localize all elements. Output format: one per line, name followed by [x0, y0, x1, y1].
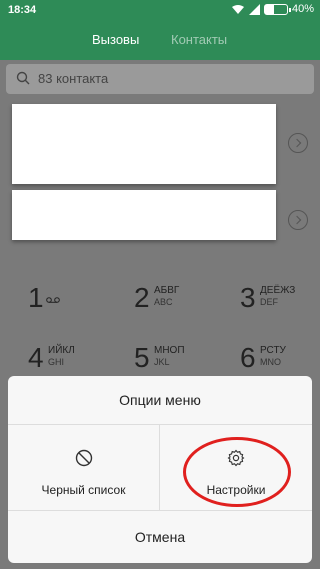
key-3[interactable]: 3 ДЕЁЖЗ DEF — [212, 268, 318, 326]
cancel-button[interactable]: Отмена — [8, 510, 312, 563]
tab-contacts[interactable]: Контакты — [171, 32, 227, 47]
chevron-right-icon[interactable] — [288, 210, 308, 230]
key-latin: DEF — [260, 297, 278, 307]
menu-title: Опции меню — [119, 392, 201, 408]
status-bar: 18:34 40% — [0, 0, 320, 22]
tab-calls[interactable]: Вызовы — [92, 32, 139, 47]
key-latin: MNO — [260, 357, 281, 367]
battery-icon — [263, 3, 291, 15]
chevron-right-icon[interactable] — [288, 133, 308, 153]
tab-bar: Вызовы Контакты — [0, 22, 320, 60]
key-digit: 5 — [134, 342, 150, 373]
key-letters: АБВГ — [154, 285, 180, 296]
call-log-entry[interactable] — [12, 190, 276, 240]
key-letters: ИЙКЛ — [48, 345, 75, 356]
key-digit: 3 — [240, 282, 256, 313]
key-letters: ДЕЁЖЗ — [260, 285, 296, 296]
search-icon — [16, 71, 30, 85]
key-latin: ABC — [154, 297, 173, 307]
status-icons: 40% — [231, 3, 314, 15]
status-time: 18:34 — [8, 4, 37, 16]
blacklist-label: Черный список — [41, 483, 126, 497]
wifi-icon — [231, 4, 244, 14]
key-digit: 1 — [28, 282, 44, 313]
battery-percent: 40% — [291, 3, 314, 15]
key-2[interactable]: 2 АБВГ ABC — [106, 268, 212, 326]
call-log-entry[interactable] — [12, 104, 276, 184]
key-letters: РСТУ — [260, 345, 286, 356]
blacklist-option[interactable]: Черный список — [8, 424, 160, 510]
key-digit: 6 — [240, 342, 256, 373]
key-digit: 4 — [28, 342, 44, 373]
key-latin: JKL — [154, 357, 170, 367]
block-icon — [75, 449, 93, 467]
key-latin: GHI — [48, 357, 65, 367]
highlight-circle — [183, 437, 291, 507]
voicemail-icon — [46, 297, 60, 303]
key-letters: МНОП — [154, 345, 185, 356]
signal-icon — [248, 3, 260, 15]
key-digit: 2 — [134, 282, 150, 313]
search-text: 83 контакта — [38, 71, 109, 86]
search-bar[interactable]: 83 контакта — [6, 64, 314, 94]
key-1[interactable]: 1 — [0, 268, 106, 326]
